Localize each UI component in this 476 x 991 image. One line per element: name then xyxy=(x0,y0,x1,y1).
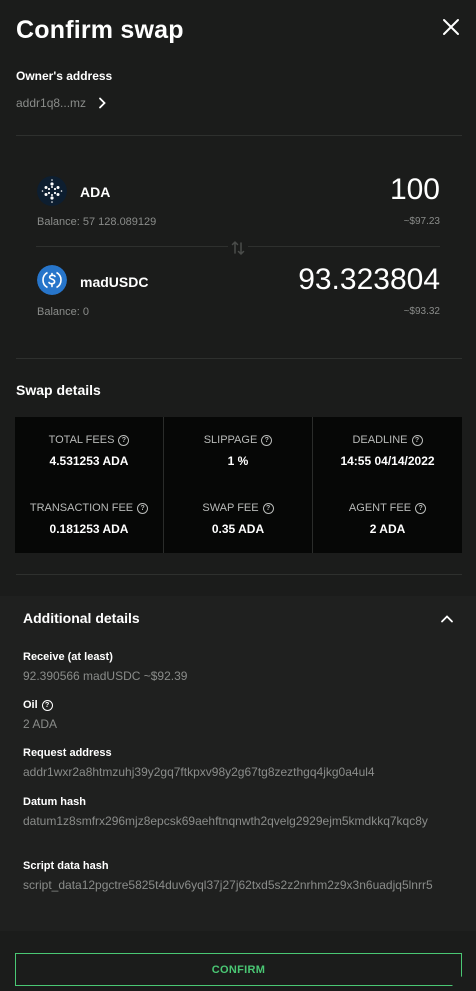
oil-label: Oil xyxy=(23,699,38,711)
close-icon[interactable] xyxy=(440,16,462,38)
transaction-fee-cell: TRANSACTION FEE? 0.181253 ADA xyxy=(15,485,164,553)
deadline-label: DEADLINE xyxy=(352,434,408,446)
to-token-symbol: madUSDC xyxy=(80,274,149,290)
info-icon[interactable]: ? xyxy=(137,502,149,514)
swap-fee-value: 0.35 ADA xyxy=(211,522,265,536)
datum-hash-label: Datum hash xyxy=(23,796,86,808)
deadline-cell: DEADLINE? 14:55 04/14/2022 xyxy=(313,417,462,485)
ada-token-icon xyxy=(37,176,67,206)
divider xyxy=(16,574,462,575)
total-fees-label: TOTAL FEES xyxy=(48,434,115,446)
owner-address-label: Owner's address xyxy=(16,69,113,83)
from-token-symbol: ADA xyxy=(80,184,111,200)
confirm-button[interactable]: CONFIRM xyxy=(15,953,462,986)
total-fees-cell: TOTAL FEES? 4.531253 ADA xyxy=(15,417,164,485)
script-data-hash-value: script_data12pgctre5825t4duv6yql37j27j62… xyxy=(23,878,433,892)
info-icon[interactable]: ? xyxy=(118,434,130,446)
info-icon[interactable]: ? xyxy=(411,434,423,446)
divider xyxy=(16,135,462,136)
divider xyxy=(16,358,462,359)
chevron-up-icon[interactable] xyxy=(439,611,455,627)
to-token-usd: ~$93.32 xyxy=(403,306,440,317)
swap-fee-cell: SWAP FEE? 0.35 ADA xyxy=(164,485,313,553)
request-address-value: addr1wxr2a8htmzuhj39y2gq7ftkpxv98y2g67tg… xyxy=(23,765,375,779)
swap-arrows-icon xyxy=(228,238,248,258)
swap-fee-label: SWAP FEE xyxy=(202,502,259,514)
script-data-hash-label: Script data hash xyxy=(23,860,109,872)
deadline-value: 14:55 04/14/2022 xyxy=(340,454,435,468)
info-icon[interactable]: ? xyxy=(262,502,274,514)
usdc-token-icon xyxy=(37,265,67,295)
agent-fee-cell: AGENT FEE? 2 ADA xyxy=(313,485,462,553)
to-token-balance: Balance: 0 xyxy=(37,306,89,318)
owner-address-link[interactable]: addr1q8...mz xyxy=(16,95,106,111)
chevron-right-icon xyxy=(99,97,106,109)
slippage-value: 1 % xyxy=(227,454,249,468)
from-token-amount: 100 xyxy=(389,173,440,206)
transaction-fee-value: 0.181253 ADA xyxy=(49,522,129,536)
receive-label: Receive (at least) xyxy=(23,651,113,663)
slippage-label: SLIPPAGE xyxy=(203,434,258,446)
oil-value: 2 ADA xyxy=(23,717,58,731)
transaction-fee-label: TRANSACTION FEE xyxy=(29,502,134,514)
page-title: Confirm swap xyxy=(16,16,184,44)
info-icon[interactable]: ? xyxy=(41,699,53,711)
from-token-balance: Balance: 57 128.089129 xyxy=(37,216,157,228)
from-token-usd: ~$97.23 xyxy=(403,216,440,227)
slippage-cell: SLIPPAGE? 1 % xyxy=(164,417,313,485)
receive-value: 92.390566 madUSDC ~$92.39 xyxy=(23,669,188,683)
swap-details-title: Swap details xyxy=(16,382,101,398)
request-address-label: Request address xyxy=(23,747,112,759)
agent-fee-label: AGENT FEE xyxy=(348,502,412,514)
to-token-amount: 93.323804 xyxy=(298,263,440,296)
info-icon[interactable]: ? xyxy=(415,502,427,514)
info-icon[interactable]: ? xyxy=(261,434,273,446)
agent-fee-value: 2 ADA xyxy=(369,522,406,536)
datum-hash-value: datum1z8smfrx296mjz8epcsk69aehftnqnwth2q… xyxy=(23,814,428,828)
additional-details-title[interactable]: Additional details xyxy=(23,610,140,626)
owner-address-value: addr1q8...mz xyxy=(16,96,87,110)
swap-details-grid: TOTAL FEES? 4.531253 ADA SLIPPAGE? 1 % D… xyxy=(15,417,462,553)
total-fees-value: 4.531253 ADA xyxy=(49,454,129,468)
oil-label-row: Oil? xyxy=(23,699,53,711)
